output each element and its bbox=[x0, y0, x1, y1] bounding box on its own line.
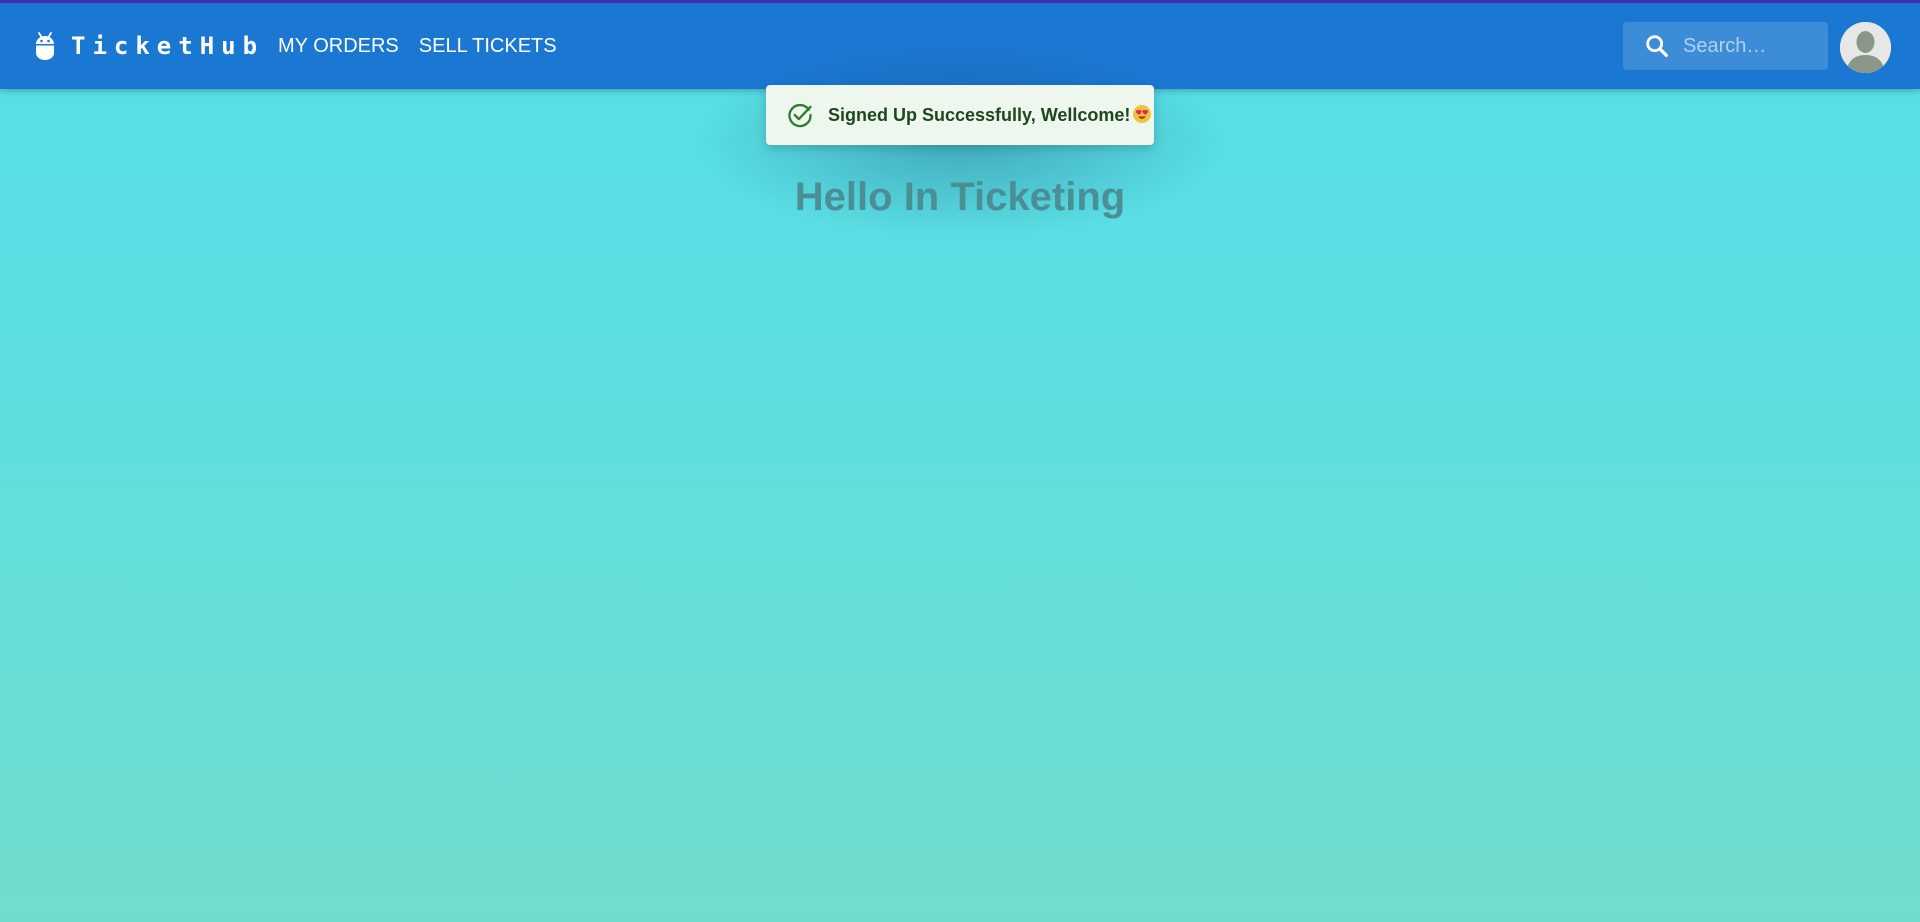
check-circle-icon bbox=[788, 103, 812, 128]
toast-message: Signed Up Successfully, Wellcome! bbox=[828, 104, 1152, 126]
main-nav: MY ORDERS SELL TICKETS bbox=[278, 3, 577, 89]
android-icon bbox=[36, 32, 54, 60]
person-avatar-icon bbox=[1840, 22, 1891, 73]
brand-name: TicketHub bbox=[71, 32, 265, 60]
search-input[interactable] bbox=[1683, 34, 1823, 58]
heart-eyes-emoji-icon bbox=[1133, 105, 1152, 123]
nav-sell-tickets[interactable]: SELL TICKETS bbox=[419, 35, 557, 58]
app-bar: TicketHub MY ORDERS SELL TICKETS bbox=[0, 3, 1920, 89]
avatar[interactable] bbox=[1840, 22, 1891, 73]
toast-message-text: Signed Up Successfully, Wellcome! bbox=[828, 105, 1131, 125]
brand[interactable]: TicketHub bbox=[33, 3, 264, 89]
success-toast: Signed Up Successfully, Wellcome! bbox=[766, 85, 1154, 145]
nav-my-orders[interactable]: MY ORDERS bbox=[278, 35, 399, 58]
page-title: Hello In Ticketing bbox=[794, 175, 1126, 219]
search-box bbox=[1623, 22, 1828, 70]
search-icon bbox=[1646, 35, 1668, 57]
